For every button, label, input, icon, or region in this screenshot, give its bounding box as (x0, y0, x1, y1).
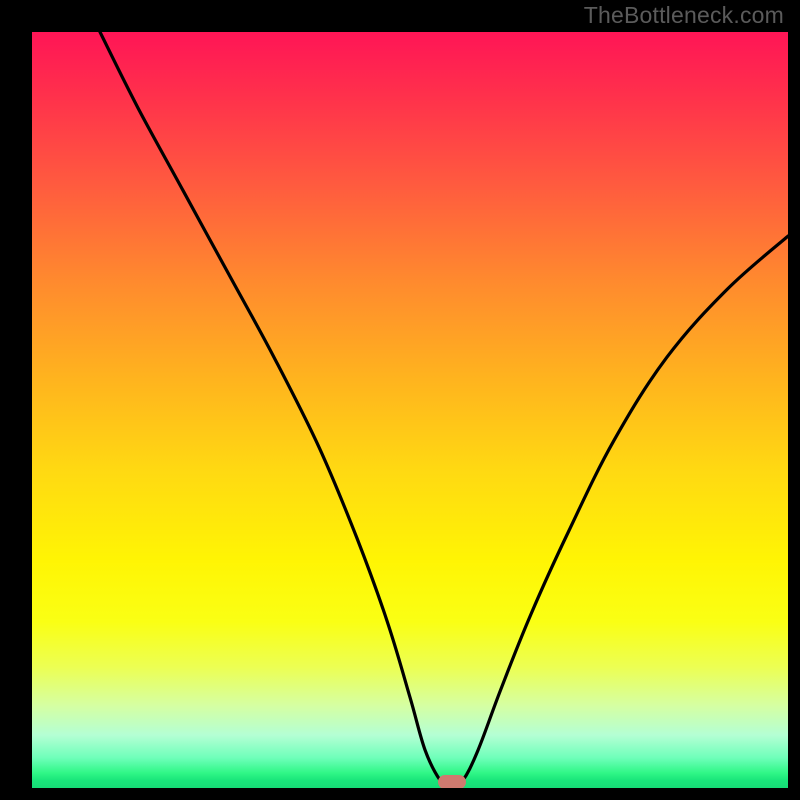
optimal-marker (438, 775, 466, 788)
attribution-label: TheBottleneck.com (584, 2, 784, 29)
chart-frame: TheBottleneck.com (0, 0, 800, 800)
plot-area (32, 32, 788, 788)
bottleneck-curve (32, 32, 788, 788)
curve-path (100, 32, 788, 788)
